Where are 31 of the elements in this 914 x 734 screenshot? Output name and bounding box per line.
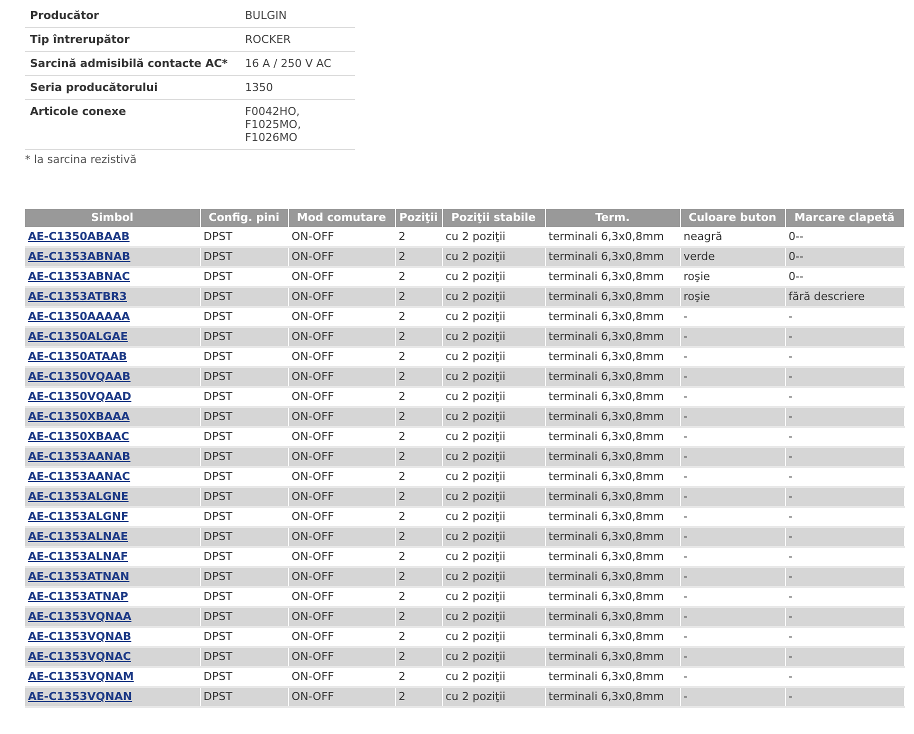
spec-label: Tip întrerupător bbox=[25, 28, 240, 52]
product-link[interactable]: AE-C1350VQAAD bbox=[28, 390, 132, 403]
spec-label: Producător bbox=[25, 4, 240, 28]
spec-value: 16 A / 250 V AC bbox=[240, 52, 355, 76]
column-header: Poziţii bbox=[395, 208, 442, 226]
product-link[interactable]: AE-C1350XBAAC bbox=[28, 430, 130, 443]
product-link[interactable]: AE-C1350ATAAB bbox=[28, 350, 127, 363]
product-link[interactable]: AE-C1353ATNAP bbox=[28, 590, 128, 603]
product-link[interactable]: AE-C1350AAAAA bbox=[28, 310, 130, 323]
column-header: Term. bbox=[545, 208, 680, 226]
spec-value: 1350 bbox=[240, 76, 355, 100]
product-link[interactable]: AE-C1350ABAAB bbox=[28, 230, 130, 242]
spec-value: BULGIN bbox=[240, 4, 355, 28]
column-header: Mod comutare bbox=[288, 208, 395, 226]
spec-label: Sarcină admisibilă contacte AC* bbox=[25, 52, 240, 76]
column-header: Marcare clapetă bbox=[785, 208, 904, 226]
column-header: Poziţii stabile bbox=[442, 208, 545, 226]
product-link[interactable]: AE-C1353ALNAF bbox=[28, 550, 128, 563]
spec-value: F0042HO, F1025MO, F1026MO bbox=[240, 100, 355, 150]
product-link[interactable]: AE-C1353ALGNF bbox=[28, 510, 129, 523]
spec-value: ROCKER bbox=[240, 28, 355, 52]
footnote: * la sarcina rezistivă bbox=[25, 152, 138, 168]
product-link[interactable]: AE-C1353VQNAM bbox=[28, 670, 134, 683]
spec-label: Seria producătorului bbox=[25, 76, 240, 100]
product-link[interactable]: AE-C1353ABNAC bbox=[28, 270, 130, 283]
product-link[interactable]: AE-C1353AANAC bbox=[28, 470, 130, 483]
column-header: Config. pini bbox=[200, 208, 288, 226]
column-header: Simbol bbox=[25, 208, 200, 226]
spec-label: Articole conexe bbox=[25, 100, 240, 150]
product-link[interactable]: AE-C1353VQNAB bbox=[28, 630, 132, 643]
column-header: Culoare buton bbox=[680, 208, 785, 226]
